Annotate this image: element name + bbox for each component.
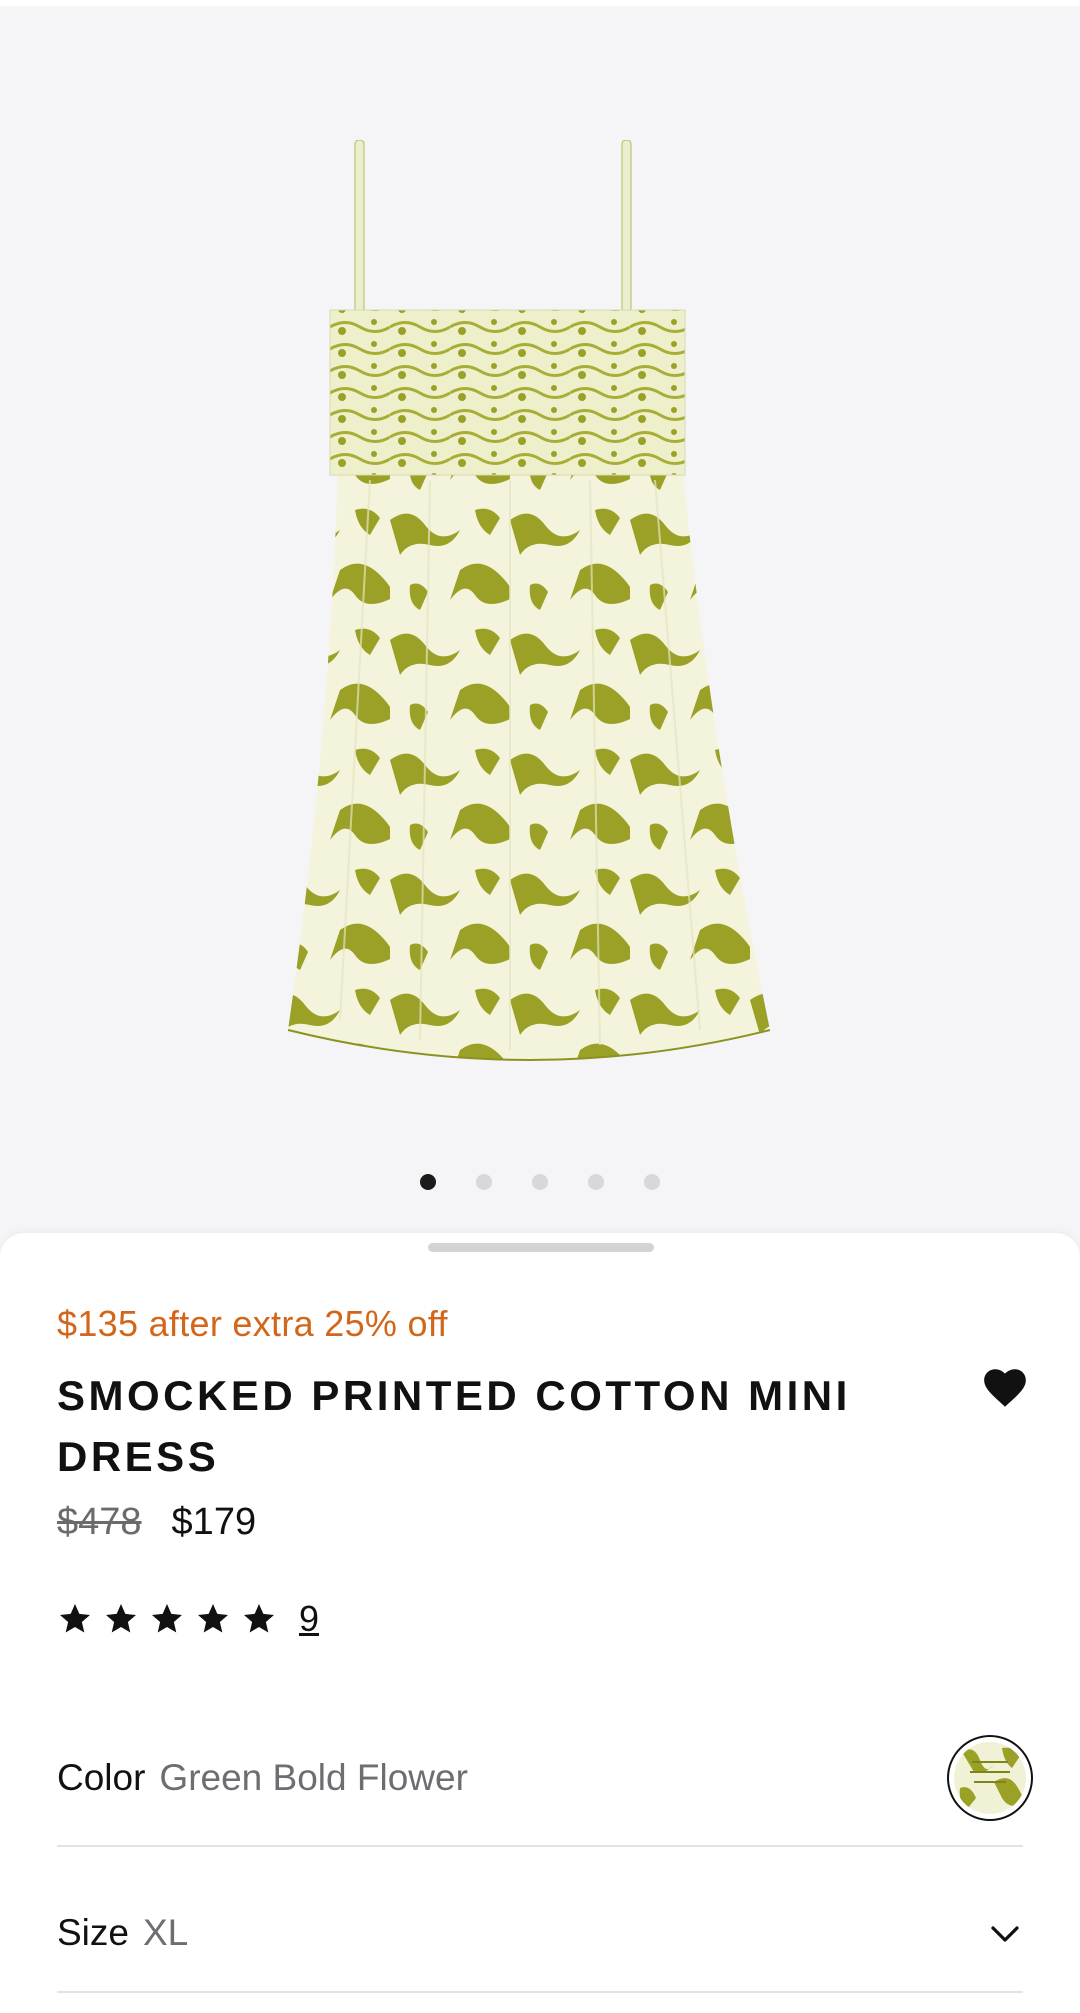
original-price: $478 <box>57 1501 142 1543</box>
review-count-link[interactable]: 9 <box>299 1598 319 1640</box>
star-icon <box>60 1604 90 1633</box>
carousel-dot-2[interactable] <box>476 1174 492 1190</box>
size-value: XL <box>142 1912 189 1953</box>
size-label: Size <box>57 1912 129 1953</box>
carousel-dot-4[interactable] <box>588 1174 604 1190</box>
top-edge <box>0 0 1080 6</box>
size-selector-row[interactable]: Size XL <box>57 1888 1023 1978</box>
star-icon <box>106 1604 136 1633</box>
product-title: SMOCKED PRINTED COTTON MINI DRESS <box>57 1372 851 1480</box>
carousel-dot-1[interactable] <box>420 1174 436 1190</box>
star-icon <box>244 1604 274 1633</box>
carousel-dot-5[interactable] <box>644 1174 660 1190</box>
carousel-dot-3[interactable] <box>532 1174 548 1190</box>
star-icon <box>198 1604 228 1633</box>
color-swatch-green-bold-flower[interactable] <box>947 1735 1033 1821</box>
sale-price: $179 <box>171 1501 257 1543</box>
color-selector-row: Color Green Bold Flower <box>57 1733 1033 1823</box>
product-image-carousel[interactable] <box>0 0 1080 1235</box>
price-row: $478 $179 <box>57 1501 256 1544</box>
chevron-down-icon[interactable] <box>987 1916 1023 1952</box>
divider <box>57 1991 1023 1993</box>
color-value: Green Bold Flower <box>159 1757 468 1798</box>
product-image <box>287 140 771 1061</box>
color-label: Color <box>57 1757 146 1798</box>
rating-row[interactable]: 9 <box>57 1598 319 1640</box>
carousel-indicator <box>0 1174 1080 1190</box>
divider <box>57 1845 1023 1847</box>
heart-icon[interactable] <box>980 1363 1030 1413</box>
promo-price-text: $135 after extra 25% off <box>57 1303 448 1344</box>
sheet-drag-handle[interactable] <box>428 1243 654 1252</box>
swatch-pattern <box>954 1742 1026 1814</box>
star-icon <box>152 1604 182 1633</box>
product-details-sheet: $135 after extra 25% off SMOCKED PRINTED… <box>0 1233 1080 2013</box>
